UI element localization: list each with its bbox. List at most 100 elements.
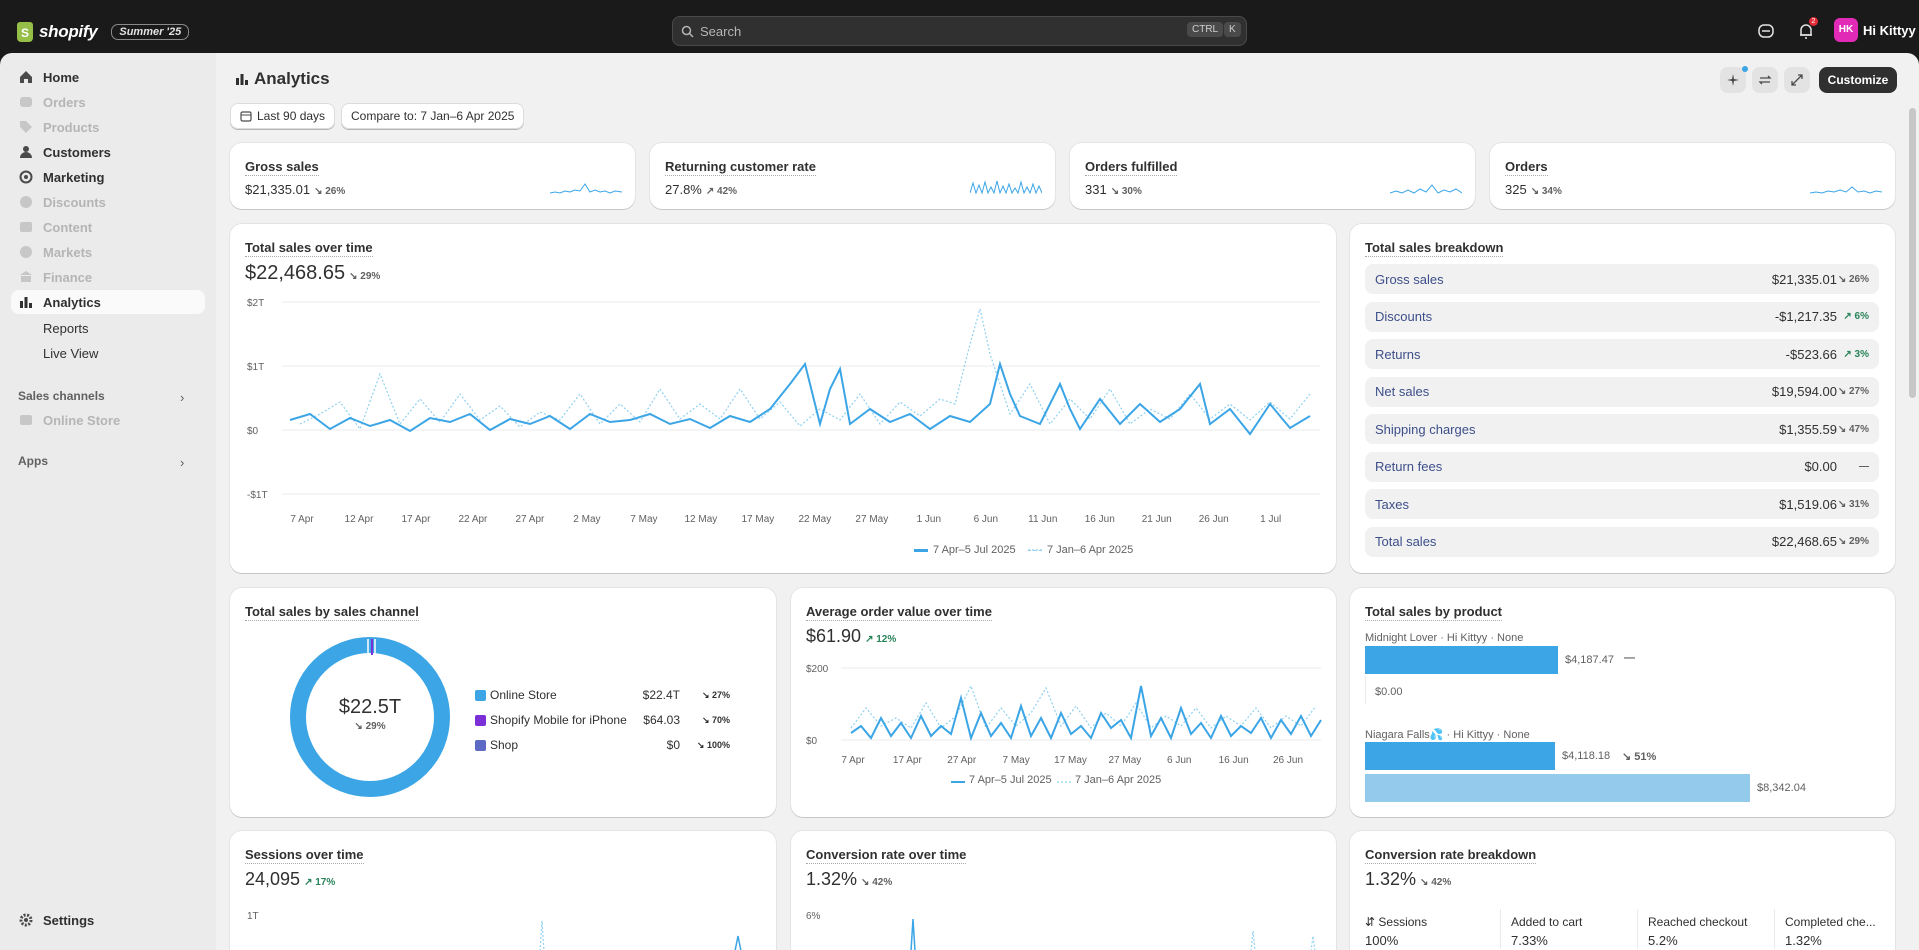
store-icon[interactable] [1757, 22, 1775, 40]
breakdown-label[interactable]: Shipping charges [1375, 422, 1779, 437]
fullscreen-button[interactable] [1784, 67, 1810, 93]
chart-icon [20, 297, 32, 308]
metric-delta: ↗ 42% [705, 186, 738, 197]
total-sales-chart-card[interactable]: Total sales over time $22,468.65 ↘ 29% $2… [230, 224, 1336, 573]
donut-delta-value: 29% [365, 721, 386, 732]
y-tick: 6% [806, 911, 821, 922]
sidebar-item-settings[interactable]: Settings [11, 908, 205, 932]
breakdown-label[interactable]: Net sales [1375, 384, 1772, 399]
search-input[interactable]: Search CTRL K [672, 16, 1247, 46]
channel-delta-value: 27% [711, 690, 730, 700]
channel-row[interactable]: Shop $0 ↘ 100% [475, 738, 735, 754]
breakdown-label[interactable]: Returns [1375, 347, 1786, 362]
refresh-button[interactable] [1752, 67, 1778, 93]
breakdown-row[interactable]: Total sales $22,468.65 ↘ 29% [1365, 526, 1879, 557]
breakdown-delta-value: 29% [1848, 536, 1869, 547]
sidebar-item-label: Content [43, 219, 93, 235]
metric-delta-value: 42% [717, 186, 738, 197]
sidebar-item-online-store[interactable]: Online Store [11, 408, 205, 432]
username[interactable]: Hi Kittyy [1863, 23, 1916, 38]
channel-row[interactable]: Shopify Mobile for iPhone $64.03 ↘ 70% [475, 713, 735, 729]
product-bar-current[interactable] [1365, 742, 1555, 770]
sidebar-item-orders[interactable]: Orders [11, 90, 205, 114]
breakdown-row[interactable]: Return fees $0.00 — [1365, 451, 1879, 482]
legend-current-swatch [914, 550, 928, 552]
conversion-card[interactable]: Conversion rate over time 1.32% ↘ 42% 6% [791, 831, 1336, 950]
breakdown-delta-value: 6% [1854, 311, 1869, 322]
sales-by-product-card[interactable]: Total sales by product Midnight Lover · … [1350, 588, 1895, 817]
breakdown-row[interactable]: Net sales $19,594.00 ↘ 27% [1365, 376, 1879, 407]
scrollbar[interactable] [1909, 108, 1916, 398]
x-tick: 17 Apr [401, 514, 431, 525]
breakdown-label[interactable]: Total sales [1375, 534, 1772, 549]
sidebar-item-marketing[interactable]: Marketing [11, 165, 205, 189]
breakdown-value: $22,468.65 [1771, 534, 1837, 549]
divider [1774, 909, 1775, 949]
metric-card-returning-customer-rate[interactable]: Returning customer rate 27.8% ↗ 42% [650, 143, 1055, 209]
sidebar-item-markets[interactable]: Markets [11, 240, 205, 264]
main-content: Analytics Last 90 days Compare to: 7 Jan… [216, 53, 1919, 950]
channel-swatch [475, 715, 486, 726]
breakdown-row[interactable]: Gross sales $21,335.01 ↘ 26% [1365, 264, 1879, 294]
calendar-icon [240, 111, 252, 122]
sidebar-item-customers[interactable]: Customers [11, 140, 205, 164]
product-bar-current[interactable] [1365, 646, 1558, 674]
sidebar-item-home[interactable]: Home [11, 65, 205, 89]
funnel-step: ⇵ Sessions 100% [1365, 915, 1500, 948]
sidebar-item-analytics[interactable]: Analytics [11, 290, 205, 314]
breakdown-row[interactable]: Discounts -$1,217.35 ↗ 6% [1365, 301, 1879, 332]
sidebar-item-live-view[interactable]: Live View [43, 346, 98, 361]
sales-by-channel-card[interactable]: Total sales by sales channel $22.5T ↘ 29… [230, 588, 776, 817]
breakdown-label[interactable]: Return fees [1375, 459, 1804, 474]
product-bar-previous[interactable] [1365, 676, 1366, 704]
breakdown-row[interactable]: Returns -$523.66 ↗ 3% [1365, 339, 1879, 369]
sidebar-item-reports[interactable]: Reports [43, 321, 89, 336]
metric-value: $21,335.01 ↘ 26% [245, 182, 345, 197]
kbd-ctrl: CTRL [1187, 22, 1224, 37]
conversion-breakdown-card[interactable]: Conversion rate breakdown 1.32% ↘ 42% ⇵ S… [1350, 831, 1895, 950]
x-tick: 7 Apr [841, 755, 865, 766]
metric-card-gross-sales[interactable]: Gross sales $21,335.01 ↘ 26% [230, 143, 635, 209]
sidebar-item-label: Analytics [43, 294, 101, 310]
breakdown-delta-value: 31% [1848, 498, 1869, 510]
channel-value: $0 [666, 738, 680, 752]
sidebar-item-content[interactable]: Content [11, 215, 205, 239]
customize-button[interactable]: Customize [1819, 67, 1897, 93]
sparkline [1810, 186, 1882, 194]
sessions-card[interactable]: Sessions over time 24,095 ↗ 17% 1T [230, 831, 776, 950]
gear-icon [19, 913, 33, 927]
avatar[interactable]: HK [1834, 18, 1858, 42]
delta: ↘ 42% [1420, 877, 1452, 888]
breakdown-row[interactable]: Taxes $1,519.06 ↘ 31% [1365, 489, 1879, 519]
conversion-chart: 6% [806, 911, 1316, 950]
shopify-logo[interactable]: S shopify Summer '25 [17, 20, 190, 44]
chevron-right-icon[interactable]: › [180, 455, 184, 470]
sidebar-item-discounts[interactable]: Discounts [11, 190, 205, 214]
channel-value: $22.4T [642, 688, 680, 702]
channel-row[interactable]: Online Store $22.4T ↘ 27% [475, 688, 735, 704]
date-range-button[interactable]: Last 90 days [230, 103, 336, 129]
breakdown-delta-value: 3% [1854, 348, 1869, 360]
apps-heading[interactable]: Apps [18, 454, 48, 468]
breakdown-row[interactable]: Shipping charges $1,355.59 ↘ 47% [1365, 414, 1879, 444]
sales-channels-heading[interactable]: Sales channels [18, 389, 105, 403]
aov-chart-card[interactable]: Average order value over time $61.90 ↗ 12… [791, 588, 1336, 817]
product-bar-previous[interactable] [1365, 774, 1750, 802]
y-tick: -$1T [247, 490, 268, 501]
chevron-right-icon[interactable]: › [180, 390, 184, 405]
sidebar-item-finance[interactable]: Finance [11, 265, 205, 289]
breakdown-label[interactable]: Gross sales [1375, 272, 1772, 287]
sales-breakdown-card[interactable]: Total sales breakdown Gross sales $21,335… [1350, 224, 1895, 573]
breakdown-label[interactable]: Discounts [1375, 309, 1775, 324]
compare-button[interactable]: Compare to: 7 Jan–6 Apr 2025 [341, 103, 525, 129]
metric-card-orders[interactable]: Orders 325 ↘ 34% [1490, 143, 1895, 209]
sidebar-item-label: Customers [43, 144, 111, 160]
edition-badge[interactable]: Summer '25 [111, 24, 190, 40]
metric-card-orders-fulfilled[interactable]: Orders fulfilled 331 ↘ 30% [1070, 143, 1475, 209]
storefront-icon [20, 415, 32, 425]
x-axis: 7 Apr 12 Apr 17 Apr 22 Apr 27 Apr 2 May 7 May 1… [282, 514, 1322, 528]
sidebar-item-products[interactable]: Products [11, 115, 205, 139]
funnel-step: Added to cart 7.33% [1511, 915, 1646, 948]
funnel-step-value: 5.2% [1648, 933, 1678, 948]
breakdown-label[interactable]: Taxes [1375, 497, 1779, 512]
